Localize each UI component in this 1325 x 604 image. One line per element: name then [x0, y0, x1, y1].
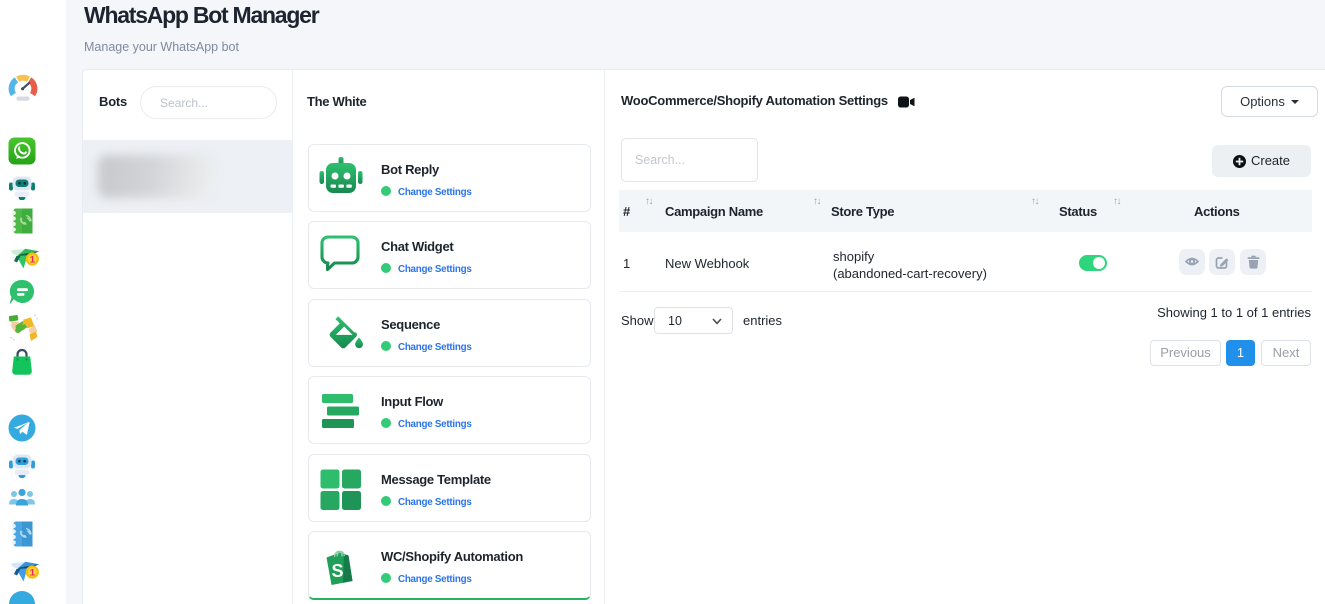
- svg-text:1: 1: [30, 255, 36, 266]
- svg-text:1: 1: [30, 568, 36, 579]
- svg-text:S: S: [331, 561, 343, 581]
